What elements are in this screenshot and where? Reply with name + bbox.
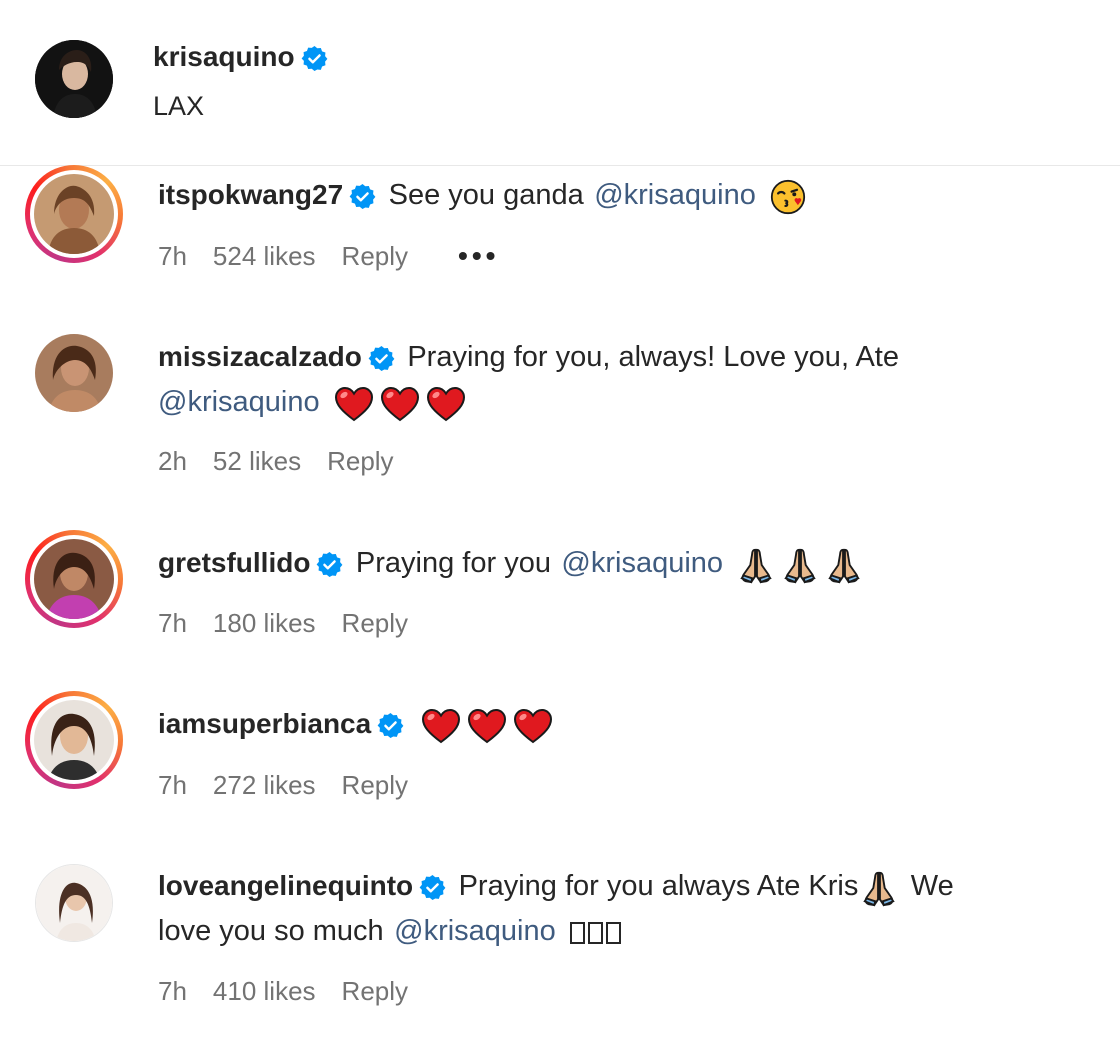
more-options-icon[interactable]: ••• [458,240,499,271]
praying-hands-icon [781,546,819,584]
verified-icon [316,551,343,578]
praying-hands-icon [825,546,863,584]
verified-icon [419,874,446,901]
story-ring-avatar[interactable] [25,165,123,263]
profile-photo [36,865,112,941]
red-heart-icon [380,386,420,422]
comment-username[interactable]: itspokwang27 [158,179,343,210]
comment-text: Praying for you [355,547,551,579]
red-heart-icon [467,708,507,744]
reply-button[interactable]: Reply [327,446,393,476]
verified-icon [349,183,376,210]
comment-username[interactable]: gretsfullido [158,547,310,578]
post-location[interactable]: LAX [153,91,204,121]
comment-likes[interactable]: 524 likes [213,241,316,271]
comment-likes[interactable]: 410 likes [213,976,316,1006]
red-heart-icon [513,708,553,744]
comment-text: Praying for you, always! Love you, Ate [407,341,899,373]
verified-icon [377,712,404,739]
story-ring-avatar[interactable] [25,691,123,789]
reply-button[interactable]: Reply [342,976,408,1006]
story-ring-avatar[interactable] [25,530,123,628]
mention-link[interactable]: @krisaquino [394,915,556,947]
avatar [34,539,114,619]
post-header: krisaquino LAX [0,0,1120,166]
mention-link[interactable]: @krisaquino [158,386,320,418]
comment-likes[interactable]: 180 likes [213,608,316,638]
unsupported-glyph-icon [570,921,624,944]
comment-text: Praying for you always Ate Kris [458,870,859,902]
comment-text-continued: love you so much [158,915,384,947]
avatar [34,174,114,254]
comment-username[interactable]: loveangelinequinto [158,870,413,901]
mention-link[interactable]: @krisaquino [561,547,723,579]
praying-hands-icon [860,869,898,907]
profile-photo [35,334,113,412]
profile-photo [35,40,113,118]
verified-icon [368,345,395,372]
comment-text: See you ganda [388,179,584,211]
red-heart-icon [421,708,461,744]
reply-button[interactable]: Reply [342,770,408,800]
avatar [34,700,114,780]
mention-link[interactable]: @krisaquino [594,179,756,211]
avatar[interactable] [35,40,113,118]
comment-time[interactable]: 7h [158,976,187,1006]
reply-button[interactable]: Reply [342,608,408,638]
post-username[interactable]: krisaquino [153,41,295,72]
comment-username[interactable]: missizacalzado [158,341,362,372]
comment-time[interactable]: 2h [158,446,187,476]
avatar[interactable] [35,334,113,412]
comment-time[interactable]: 7h [158,241,187,271]
verified-icon [301,45,328,72]
comment-text-continued: We [910,870,954,902]
red-heart-icon [334,386,374,422]
comment-time[interactable]: 7h [158,608,187,638]
comment-username[interactable]: iamsuperbianca [158,708,371,739]
reply-button[interactable]: Reply [342,241,408,271]
praying-hands-icon [737,546,775,584]
red-heart-icon [426,386,466,422]
comment-time[interactable]: 7h [158,770,187,800]
avatar[interactable] [35,864,113,942]
comment-likes[interactable]: 272 likes [213,770,316,800]
kissing-face-icon [770,179,806,215]
comment-likes[interactable]: 52 likes [213,446,301,476]
